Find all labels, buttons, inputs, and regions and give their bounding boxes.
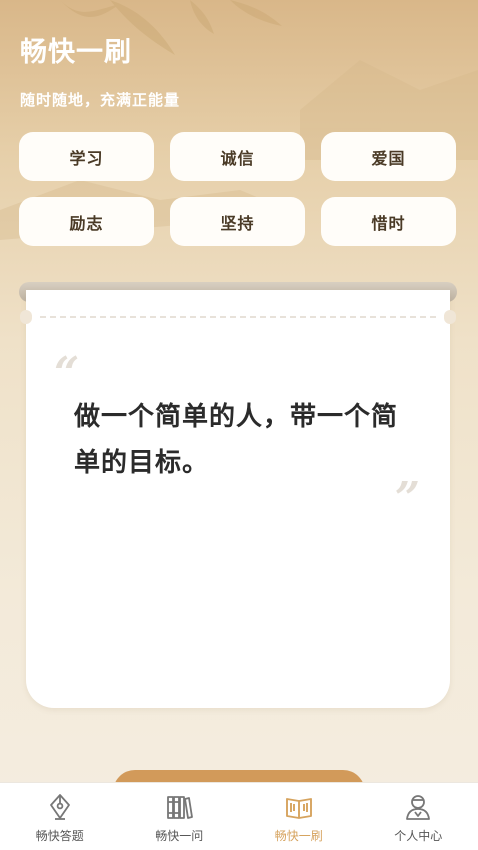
tag-cherish-time[interactable]: 惜时 xyxy=(321,197,456,246)
tag-persistence[interactable]: 坚持 xyxy=(170,197,305,246)
tab-ask-label: 畅快一问 xyxy=(155,829,204,843)
books-icon xyxy=(167,796,194,819)
page-title: 畅快一刷 xyxy=(20,37,132,68)
open-quote-icon: “ xyxy=(54,348,80,399)
tab-ask[interactable]: 畅快一问 xyxy=(120,783,240,850)
close-quote-icon: ” xyxy=(394,473,420,524)
quote-card: “ 做一个简单的人，带一个简单的目标。 ” xyxy=(20,290,456,708)
quote-text: 做一个简单的人，带一个简单的目标。 xyxy=(74,402,399,478)
tab-profile-label: 个人中心 xyxy=(394,829,443,843)
category-tags: 学习 诚信 爱国 励志 坚持 惜时 xyxy=(19,132,457,246)
tab-answer[interactable]: 畅快答题 xyxy=(0,783,120,850)
tab-answer-label: 畅快答题 xyxy=(35,829,84,843)
bottom-tabbar: 畅快答题 畅快一问 畅快一刷 个人中心 xyxy=(0,782,478,850)
card-divider xyxy=(40,316,436,318)
tab-profile[interactable]: 个人中心 xyxy=(359,783,478,850)
pen-nib-icon xyxy=(49,794,70,820)
tab-swipe[interactable]: 畅快一刷 xyxy=(239,783,359,850)
tag-patriotism[interactable]: 爱国 xyxy=(321,132,456,181)
open-book-icon xyxy=(285,798,312,819)
user-icon xyxy=(406,795,431,820)
tag-study[interactable]: 学习 xyxy=(19,132,154,181)
page-header: 畅快一刷 随时随地，充满正能量 xyxy=(20,30,180,110)
tab-swipe-label: 畅快一刷 xyxy=(274,829,323,843)
tag-inspiration[interactable]: 励志 xyxy=(19,197,154,246)
page-subtitle: 随时随地，充满正能量 xyxy=(20,91,181,109)
tag-integrity[interactable]: 诚信 xyxy=(170,132,305,181)
